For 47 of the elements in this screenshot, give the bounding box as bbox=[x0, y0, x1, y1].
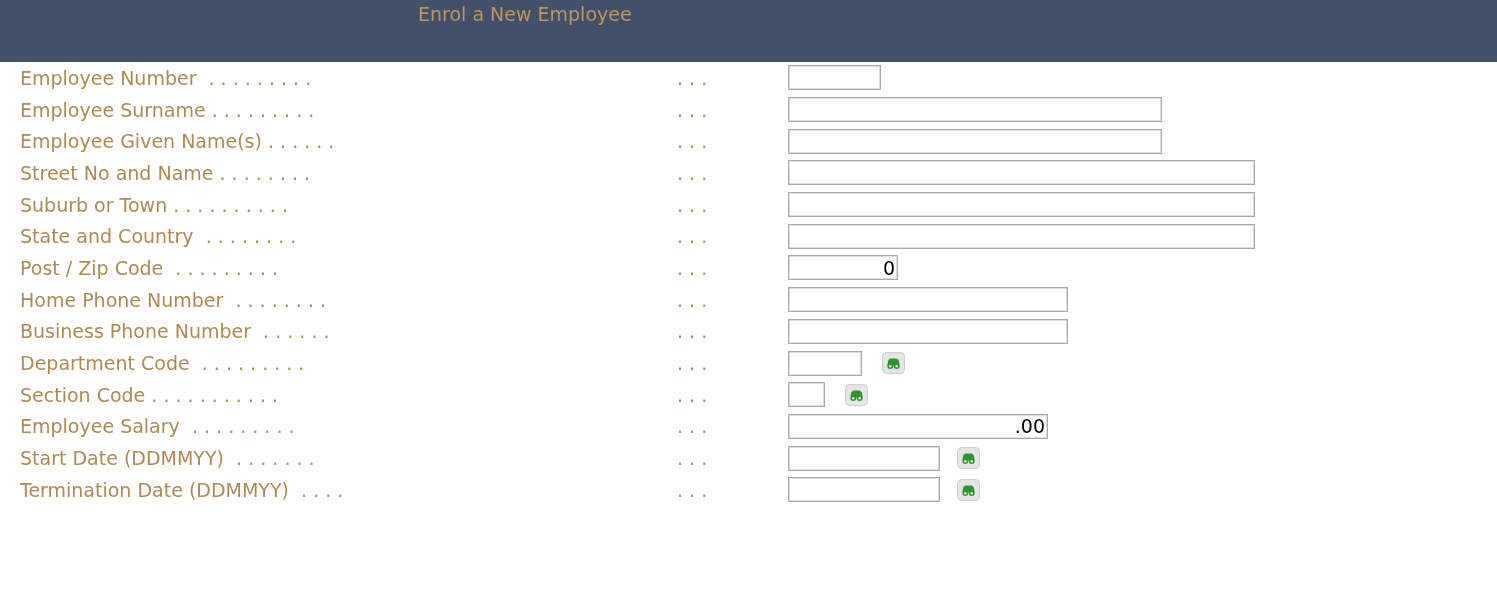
input-field[interactable] bbox=[788, 477, 940, 503]
leader-dots: . . . bbox=[677, 66, 709, 89]
field-label: Termination Date (DDMMYY) . . . . bbox=[20, 478, 345, 501]
leader-dots: . . . bbox=[677, 320, 709, 343]
leader-dots: . . . bbox=[677, 447, 709, 470]
field-label: Start Date (DDMMYY) . . . . . . . bbox=[20, 447, 316, 470]
field-label: Business Phone Number . . . . . . bbox=[20, 320, 331, 343]
input-field[interactable] bbox=[788, 97, 1162, 123]
input-field[interactable] bbox=[788, 65, 881, 91]
input-field[interactable] bbox=[788, 192, 1255, 218]
leader-dots: . . . bbox=[677, 288, 709, 311]
input-field[interactable] bbox=[788, 223, 1255, 249]
input-field[interactable] bbox=[788, 382, 825, 408]
binoculars-icon[interactable] bbox=[957, 447, 980, 470]
input-field[interactable] bbox=[788, 445, 940, 471]
page-title: Enrol a New Employee bbox=[418, 3, 632, 25]
leader-dots: . . . bbox=[677, 383, 709, 406]
leader-dots: . . . bbox=[677, 98, 709, 121]
input-field[interactable] bbox=[788, 128, 1162, 154]
binoculars-icon[interactable] bbox=[957, 478, 980, 501]
field-label: Department Code . . . . . . . . . bbox=[20, 352, 306, 375]
input-field[interactable] bbox=[788, 160, 1255, 186]
leader-dots: . . . bbox=[677, 415, 709, 438]
leader-dots: . . . bbox=[677, 193, 709, 216]
field-label: Street No and Name . . . . . . . . bbox=[20, 161, 312, 184]
input-field[interactable]: 0 bbox=[788, 255, 898, 281]
field-label: State and Country . . . . . . . . bbox=[20, 225, 298, 248]
field-label: Employee Given Name(s) . . . . . . bbox=[20, 130, 336, 153]
input-field[interactable] bbox=[788, 287, 1068, 313]
field-label: Section Code . . . . . . . . . . . bbox=[20, 383, 280, 406]
field-label: Employee Salary . . . . . . . . . bbox=[20, 415, 296, 438]
leader-dots: . . . bbox=[677, 225, 709, 248]
leader-dots: . . . bbox=[677, 478, 709, 501]
input-field[interactable] bbox=[788, 350, 862, 376]
field-label: Employee Number . . . . . . . . . bbox=[20, 66, 313, 89]
leader-dots: . . . bbox=[677, 130, 709, 153]
field-label: Post / Zip Code . . . . . . . . . bbox=[20, 256, 280, 279]
field-label: Home Phone Number . . . . . . . . bbox=[20, 288, 328, 311]
input-field[interactable] bbox=[788, 318, 1068, 344]
field-label: Suburb or Town . . . . . . . . . . bbox=[20, 193, 289, 216]
binoculars-icon[interactable] bbox=[882, 352, 905, 375]
field-label: Employee Surname . . . . . . . . . bbox=[20, 98, 316, 121]
leader-dots: . . . bbox=[677, 352, 709, 375]
input-field[interactable]: .00 bbox=[788, 413, 1048, 439]
leader-dots: . . . bbox=[677, 256, 709, 279]
leader-dots: . . . bbox=[677, 161, 709, 184]
binoculars-icon[interactable] bbox=[845, 383, 868, 406]
